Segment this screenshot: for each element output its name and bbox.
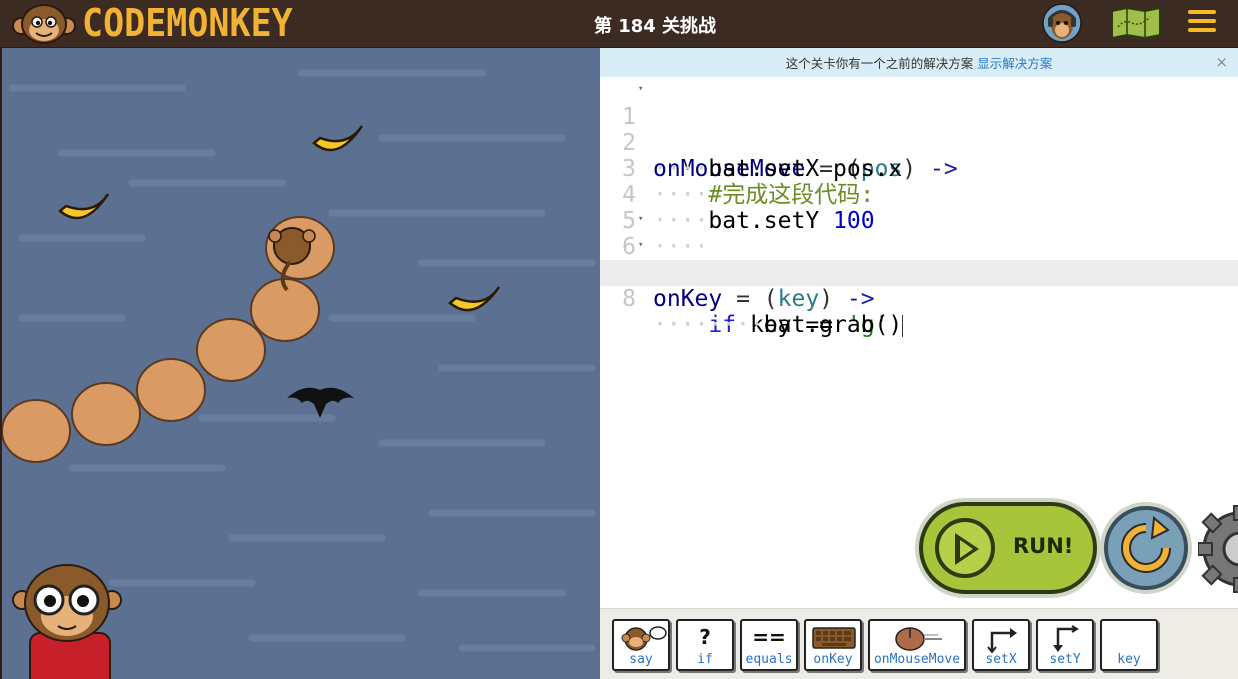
tool-setx[interactable]: setX bbox=[972, 619, 1030, 671]
code-token: ( bbox=[763, 286, 778, 312]
code-line[interactable]: 2 ····bat.setX pos.x bbox=[600, 104, 1238, 182]
equals-icon: == bbox=[752, 625, 786, 649]
tool-label: setX bbox=[985, 652, 1017, 667]
mouse-icon bbox=[895, 627, 942, 651]
tool-label: equals bbox=[745, 652, 793, 667]
monkey-speech-icon bbox=[621, 626, 667, 651]
hamburger-menu-icon[interactable] bbox=[1188, 10, 1216, 36]
tool-label: setY bbox=[1049, 652, 1081, 667]
banana bbox=[448, 286, 501, 312]
run-label: RUN! bbox=[1013, 534, 1074, 558]
code-line[interactable]: 5 ···· bbox=[600, 182, 1238, 260]
tool-onmousemove[interactable]: onMouseMove bbox=[868, 619, 966, 671]
code-line[interactable]: 6 ▾ onKey = (key) -> bbox=[600, 206, 1238, 312]
code-editor-panel: 这个关卡你有一个之前的解决方案 显示解决方案 × 1 ▾ onMouseMove… bbox=[600, 48, 1238, 679]
previous-solution-notice: 这个关卡你有一个之前的解决方案 显示解决方案 × bbox=[600, 48, 1238, 77]
notice-text: 这个关卡你有一个之前的解决方案 bbox=[785, 56, 974, 71]
top-bar: CODEMONKEY 第 184 关挑战 bbox=[0, 0, 1238, 48]
menu-bar bbox=[1188, 10, 1216, 14]
code-line-active[interactable]: 8 ········bat.grab() bbox=[600, 260, 1238, 338]
close-icon[interactable]: × bbox=[1215, 53, 1228, 71]
menu-bar bbox=[1188, 28, 1216, 32]
water-ripples bbox=[8, 69, 596, 652]
arrow-down-icon bbox=[1053, 625, 1079, 652]
fold-arrow-icon[interactable]: ▾ bbox=[638, 232, 643, 258]
code-line[interactable]: 4 ····bat.setY 100 bbox=[600, 156, 1238, 234]
run-button[interactable]: RUN! bbox=[919, 502, 1097, 594]
settings-gear-icon[interactable] bbox=[1198, 504, 1238, 594]
show-solution-link[interactable]: 显示解决方案 bbox=[977, 53, 1052, 72]
reset-button[interactable] bbox=[1104, 506, 1188, 590]
reset-icon bbox=[1121, 515, 1171, 573]
fold-arrow-icon[interactable]: ▾ bbox=[638, 76, 643, 102]
code-text: ········bat.grab() bbox=[653, 312, 904, 338]
code-token: -> bbox=[833, 286, 875, 312]
tool-label: onKey bbox=[813, 652, 853, 667]
avatar-icon[interactable] bbox=[1042, 3, 1082, 43]
game-scene bbox=[2, 69, 596, 679]
tool-onkey[interactable]: onKey bbox=[804, 619, 862, 671]
tool-say[interactable]: say bbox=[612, 619, 670, 671]
app-root: CODEMONKEY 第 184 关挑战 这个关卡你有一个之前的解决方案 显示解… bbox=[0, 0, 1238, 679]
code-line[interactable]: 1 ▾ onMouseMove = (pos) -> bbox=[600, 76, 1238, 182]
tool-label: onMouseMove bbox=[873, 652, 961, 667]
arrow-right-icon bbox=[987, 628, 1017, 653]
banana bbox=[312, 125, 364, 152]
fold-arrow-icon[interactable]: ▾ bbox=[638, 206, 643, 232]
tool-label: say bbox=[629, 652, 653, 667]
map-icon[interactable] bbox=[1110, 7, 1162, 39]
tool-if[interactable]: ? if bbox=[676, 619, 734, 671]
toolbox: say ? if == equals onKey onMouseMove set… bbox=[600, 608, 1238, 679]
code-line[interactable]: 7 ▾ ····if key == 'g' bbox=[600, 232, 1238, 338]
monkey-character-portrait bbox=[12, 564, 122, 679]
tool-label: key bbox=[1117, 652, 1141, 667]
code-editor[interactable]: 1 ▾ onMouseMove = (pos) -> 2 ····bat.set… bbox=[600, 76, 1238, 338]
menu-bar bbox=[1188, 19, 1216, 23]
tool-equals[interactable]: == equals bbox=[740, 619, 798, 671]
code-token: key bbox=[777, 286, 820, 312]
line-number: 8 bbox=[622, 286, 636, 312]
tool-key[interactable]: key bbox=[1100, 619, 1158, 671]
code-token: = bbox=[722, 286, 764, 312]
text-cursor bbox=[902, 314, 904, 337]
play-triangle-inner bbox=[960, 540, 973, 558]
tool-label: if bbox=[697, 652, 713, 667]
question-icon: ? bbox=[699, 625, 711, 649]
code-line[interactable]: 3 ····#完成这段代码: bbox=[600, 130, 1238, 208]
game-canvas[interactable] bbox=[0, 48, 600, 679]
bat bbox=[287, 387, 354, 418]
banana bbox=[58, 193, 110, 220]
tool-sety[interactable]: setY bbox=[1036, 619, 1094, 671]
code-token: bat.grab() bbox=[763, 312, 903, 338]
code-token: ) bbox=[819, 286, 834, 312]
keyboard-icon bbox=[812, 627, 856, 649]
